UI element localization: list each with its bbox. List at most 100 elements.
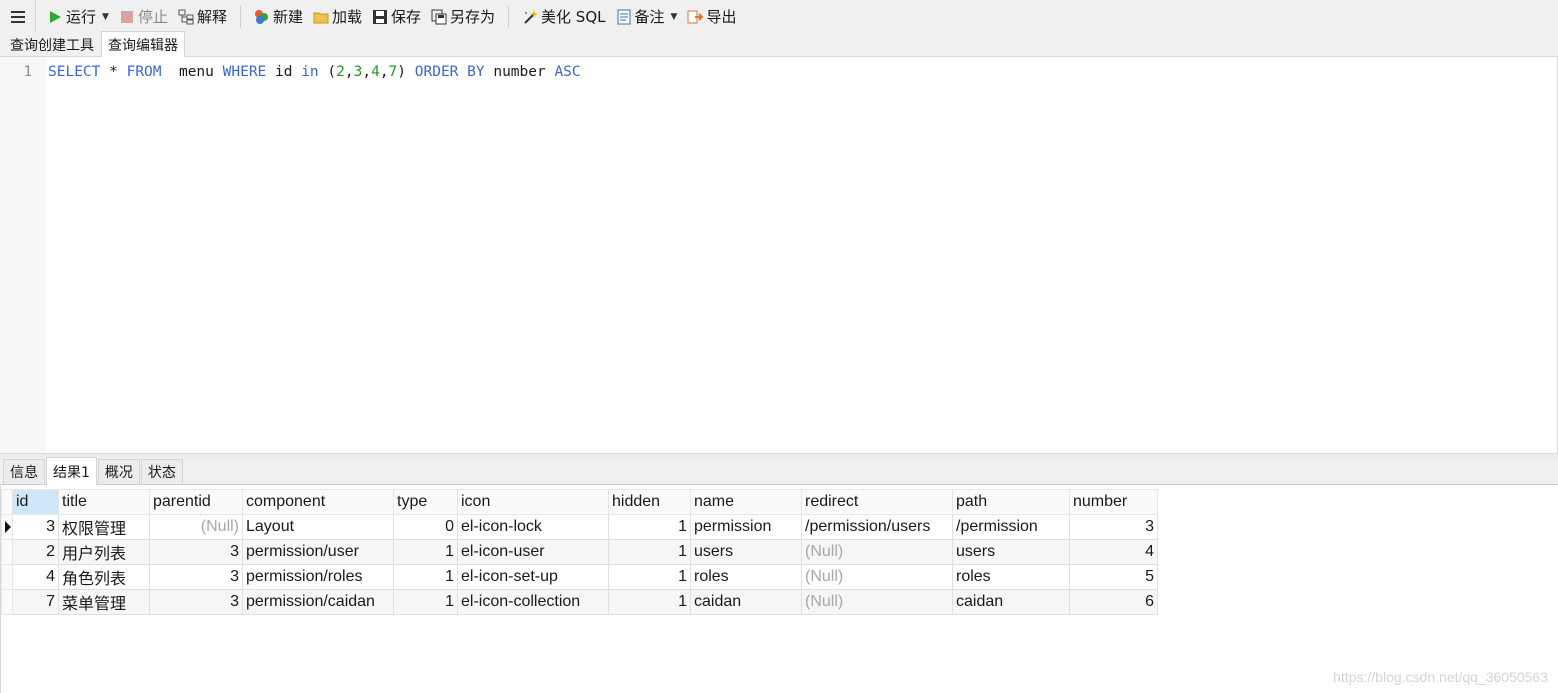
save-button[interactable]: 保存 xyxy=(367,4,426,30)
row-header[interactable] xyxy=(1,564,13,590)
cell-component[interactable]: Layout xyxy=(242,514,394,540)
export-button[interactable]: 导出 xyxy=(682,4,741,30)
current-row-arrow-icon xyxy=(5,521,11,533)
beautify-sql-label: 美化 SQL xyxy=(541,8,606,26)
cell-type[interactable]: 1 xyxy=(393,589,458,615)
cell-hidden[interactable]: 1 xyxy=(608,589,691,615)
cell-path[interactable]: users xyxy=(952,539,1070,565)
folder-icon xyxy=(313,9,329,25)
line-number: 1 xyxy=(23,64,32,80)
cell-hidden[interactable]: 1 xyxy=(608,514,691,540)
run-button[interactable]: 运行 ▼ xyxy=(42,4,114,30)
cell-number[interactable]: 6 xyxy=(1069,589,1158,615)
cell-name[interactable]: roles xyxy=(690,564,802,590)
table-row[interactable]: 3 权限管理 (Null) Layout 0 el-icon-lock 1 pe… xyxy=(1,514,1158,540)
cell-path[interactable]: caidan xyxy=(952,589,1070,615)
beautify-sql-button[interactable]: 美化 SQL xyxy=(517,4,610,30)
load-button[interactable]: 加载 xyxy=(308,4,367,30)
cell-redirect[interactable]: /permission/users xyxy=(801,514,953,540)
cell-redirect[interactable]: (Null) xyxy=(801,564,953,590)
cell-hidden[interactable]: 1 xyxy=(608,539,691,565)
cell-hidden[interactable]: 1 xyxy=(608,564,691,590)
cell-id[interactable]: 4 xyxy=(12,564,59,590)
cell-component[interactable]: permission/user xyxy=(242,539,394,565)
cell-title[interactable]: 角色列表 xyxy=(58,564,150,590)
cell-component[interactable]: permission/roles xyxy=(242,564,394,590)
tab-query-editor[interactable]: 查询编辑器 xyxy=(101,31,185,57)
column-header-type[interactable]: type xyxy=(393,489,458,515)
cell-parentid[interactable]: (Null) xyxy=(149,514,243,540)
column-header-title[interactable]: title xyxy=(58,489,150,515)
column-header-hidden[interactable]: hidden xyxy=(608,489,691,515)
cell-title[interactable]: 权限管理 xyxy=(58,514,150,540)
cell-path[interactable]: roles xyxy=(952,564,1070,590)
tab-info[interactable]: 信息 xyxy=(3,459,45,484)
table-row[interactable]: 7 菜单管理 3 permission/caidan 1 el-icon-col… xyxy=(1,589,1158,615)
cell-number[interactable]: 4 xyxy=(1069,539,1158,565)
cell-parentid[interactable]: 3 xyxy=(149,589,243,615)
cell-number[interactable]: 5 xyxy=(1069,564,1158,590)
explain-button[interactable]: 解释 xyxy=(173,4,232,30)
sql-keyword: SELECT xyxy=(48,64,101,80)
stop-icon xyxy=(119,9,135,25)
result-grid[interactable]: id title parentid component type icon hi… xyxy=(0,486,1558,693)
column-header-parentid[interactable]: parentid xyxy=(149,489,243,515)
cell-icon[interactable]: el-icon-lock xyxy=(457,514,609,540)
column-header-number[interactable]: number xyxy=(1069,489,1158,515)
cell-icon[interactable]: el-icon-user xyxy=(457,539,609,565)
cell-title[interactable]: 用户列表 xyxy=(58,539,150,565)
cell-title[interactable]: 菜单管理 xyxy=(58,589,150,615)
note-dropdown-icon[interactable]: ▼ xyxy=(671,12,678,22)
cell-id[interactable]: 7 xyxy=(12,589,59,615)
sql-editor[interactable]: 1 SELECT * FROM menu WHERE id in (2,3,4,… xyxy=(0,57,1558,453)
column-header-name[interactable]: name xyxy=(690,489,802,515)
cell-name[interactable]: caidan xyxy=(690,589,802,615)
line-gutter xyxy=(0,57,46,453)
cell-component[interactable]: permission/caidan xyxy=(242,589,394,615)
cell-icon[interactable]: el-icon-collection xyxy=(457,589,609,615)
row-header[interactable] xyxy=(1,589,13,615)
column-header-id[interactable]: id xyxy=(12,489,59,515)
cell-icon[interactable]: el-icon-set-up xyxy=(457,564,609,590)
cell-type[interactable]: 1 xyxy=(393,539,458,565)
cell-redirect[interactable]: (Null) xyxy=(801,539,953,565)
watermark: https://blog.csdn.net/qq_36050563 xyxy=(1333,669,1548,685)
tab-status[interactable]: 状态 xyxy=(140,459,183,484)
cell-name[interactable]: permission xyxy=(690,514,802,540)
menu-button[interactable] xyxy=(0,0,36,33)
table-row[interactable]: 4 角色列表 3 permission/roles 1 el-icon-set-… xyxy=(1,564,1158,590)
tab-query-builder[interactable]: 查询创建工具 xyxy=(3,32,101,56)
table-row[interactable]: 2 用户列表 3 permission/user 1 el-icon-user … xyxy=(1,539,1158,565)
note-button[interactable]: 备注 ▼ xyxy=(611,4,683,30)
cell-redirect[interactable]: (Null) xyxy=(801,589,953,615)
sql-number: 7 xyxy=(388,64,398,80)
column-header-redirect[interactable]: redirect xyxy=(801,489,953,515)
sql-code-line[interactable]: SELECT * FROM menu WHERE id in (2,3,4,7)… xyxy=(48,64,581,80)
cell-number[interactable]: 3 xyxy=(1069,514,1158,540)
cell-type[interactable]: 0 xyxy=(393,514,458,540)
result-tab-bar: 信息 结果1 概况 状态 xyxy=(0,457,1558,485)
row-header[interactable] xyxy=(1,514,13,540)
export-icon xyxy=(687,9,704,25)
cell-type[interactable]: 1 xyxy=(393,564,458,590)
cell-id[interactable]: 3 xyxy=(12,514,59,540)
cell-parentid[interactable]: 3 xyxy=(149,564,243,590)
tab-result-1[interactable]: 结果1 xyxy=(46,457,97,485)
column-header-icon[interactable]: icon xyxy=(457,489,609,515)
sql-text: menu xyxy=(161,64,223,80)
cell-path[interactable]: /permission xyxy=(952,514,1070,540)
run-dropdown-icon[interactable]: ▼ xyxy=(102,12,109,22)
new-query-label: 新建 xyxy=(272,8,303,26)
cell-id[interactable]: 2 xyxy=(12,539,59,565)
cell-name[interactable]: users xyxy=(690,539,802,565)
column-header-path[interactable]: path xyxy=(952,489,1070,515)
stop-button[interactable]: 停止 xyxy=(114,4,173,30)
save-as-button[interactable]: 另存为 xyxy=(426,4,500,30)
play-icon xyxy=(47,9,63,25)
row-header[interactable] xyxy=(1,539,13,565)
column-header-component[interactable]: component xyxy=(242,489,394,515)
sql-text: , xyxy=(379,64,389,80)
new-query-button[interactable]: 新建 xyxy=(249,4,308,30)
tab-profile[interactable]: 概况 xyxy=(97,459,140,484)
cell-parentid[interactable]: 3 xyxy=(149,539,243,565)
